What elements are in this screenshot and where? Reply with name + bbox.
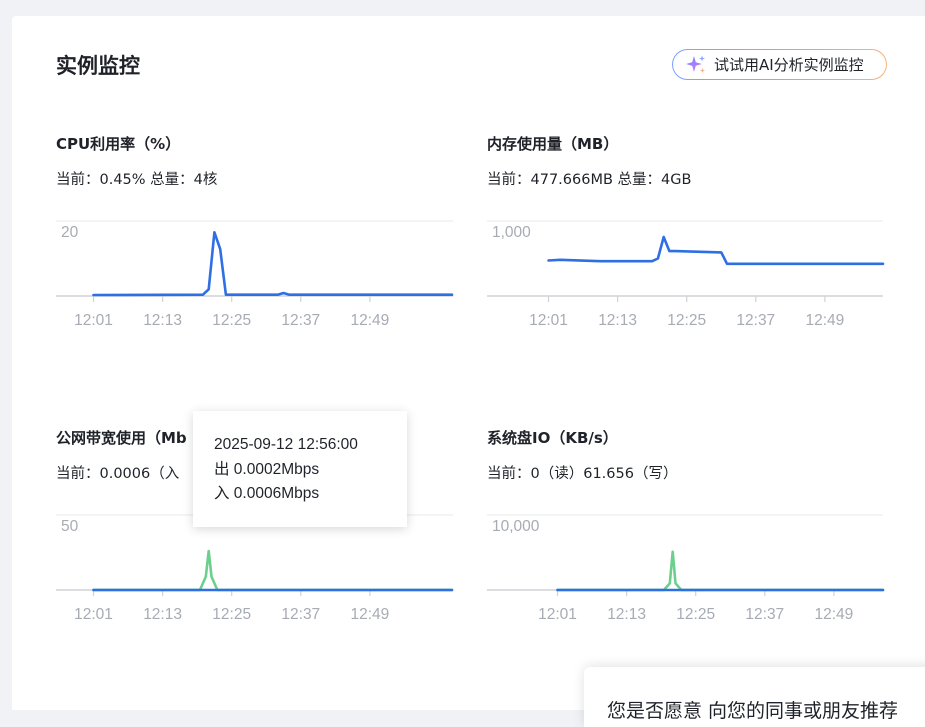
tooltip-out: 出 0.0002Mbps (214, 460, 320, 478)
tooltip-in: 入 0.0006Mbps (214, 485, 320, 502)
y-tick-label: 10,000 (492, 518, 540, 535)
chart-tooltip: 2025-09-12 12:56:00 出 0.0002Mbps 入 0.000… (193, 411, 407, 527)
x-tick-label: 12:37 (745, 606, 784, 623)
x-tick-label: 12:49 (815, 606, 854, 623)
x-tick-label: 12:13 (607, 606, 646, 623)
tooltip-time: 2025-09-12 12:56:00 (214, 436, 358, 453)
x-tick-label: 12:25 (676, 606, 715, 623)
series-line (556, 550, 885, 592)
x-tick-label: 12:01 (538, 606, 577, 623)
survey-popup[interactable]: 您是否愿意 向您的同事或朋友推荐 (584, 667, 925, 727)
disk-chart[interactable]: 10,000 12:01 12:13 12:25 12:37 12:49 (0, 0, 925, 710)
